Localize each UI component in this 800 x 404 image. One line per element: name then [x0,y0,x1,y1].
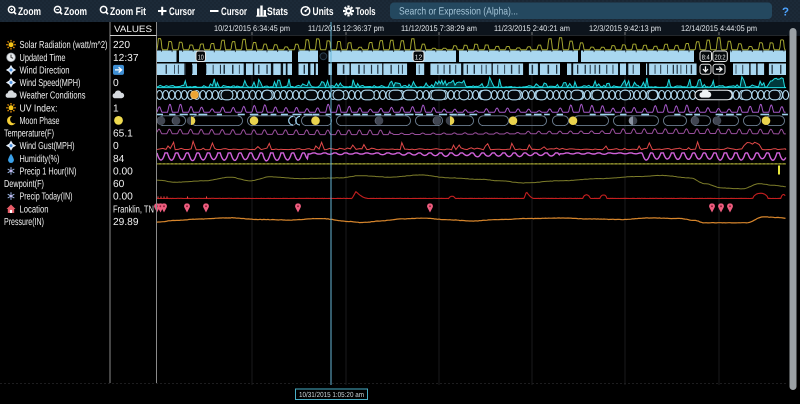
svg-text:10: 10 [198,54,204,61]
svg-text:0.00: 0.00 [113,166,133,177]
svg-text:65.1: 65.1 [113,129,133,140]
svg-text:Wind Gust(MPH): Wind Gust(MPH) [20,141,75,152]
svg-text:12: 12 [415,54,423,61]
svg-text:Dewpoint(F): Dewpoint(F) [4,179,44,190]
svg-text:12:37: 12:37 [113,53,139,64]
svg-text:10/21/2015 6:34:45 pm: 10/21/2015 6:34:45 pm [214,24,290,33]
svg-text:20:2: 20:2 [715,54,726,61]
svg-text:11/12/2015 7:38:29 am: 11/12/2015 7:38:29 am [401,24,477,33]
svg-text:11/1/2015 12:36:37 pm: 11/1/2015 12:36:37 pm [308,24,384,33]
svg-text:60: 60 [113,179,125,190]
svg-text:Weather Conditions: Weather Conditions [20,91,86,102]
svg-text:0: 0 [113,141,119,152]
svg-text:Temperature(F): Temperature(F) [4,129,54,140]
svg-text:Updated Time: Updated Time [20,53,66,64]
svg-text:Location: Location [20,204,49,215]
svg-text:Moon Phase: Moon Phase [20,116,60,127]
svg-text:Wind Direction: Wind Direction [20,65,70,76]
svg-text:8:4: 8:4 [702,54,710,61]
svg-text:84: 84 [113,154,125,165]
svg-text:Franklin, TN: Franklin, TN [113,204,154,215]
svg-text:UV Index:: UV Index: [20,103,58,114]
svg-text:0: 0 [113,78,119,89]
svg-text:11/23/2015 2:40:21 am: 11/23/2015 2:40:21 am [494,24,570,33]
svg-text:Precip Today(IN): Precip Today(IN) [20,192,73,203]
svg-text:12/3/2015 9:42:13 pm: 12/3/2015 9:42:13 pm [589,24,661,33]
svg-text:12/14/2015 4:44:05 pm: 12/14/2015 4:44:05 pm [681,24,757,33]
svg-text:0.00: 0.00 [113,192,133,203]
svg-text:Solar Radiation (watt/m^2): Solar Radiation (watt/m^2) [20,40,108,51]
svg-text:Wind Speed(MPH): Wind Speed(MPH) [20,78,81,89]
svg-text:Humidity(%): Humidity(%) [20,154,60,165]
svg-text:10/31/2015 1:05:20 am: 10/31/2015 1:05:20 am [299,390,364,399]
svg-text:Pressure(IN): Pressure(IN) [4,217,44,228]
svg-text:29.89: 29.89 [113,217,139,228]
svg-text:1: 1 [113,103,119,114]
svg-text:Precip 1 Hour(IN): Precip 1 Hour(IN) [20,166,77,177]
svg-text:220: 220 [113,40,130,51]
